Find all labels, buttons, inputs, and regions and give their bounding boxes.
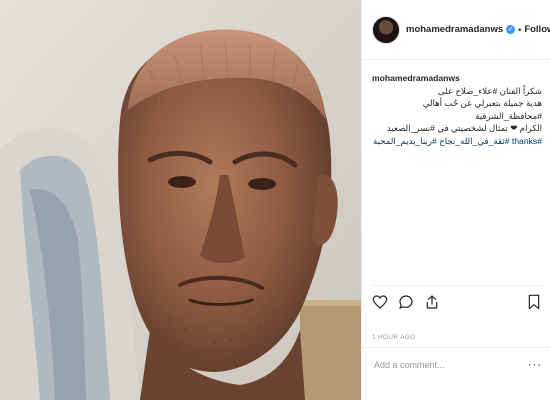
comment-icon[interactable] xyxy=(398,294,414,310)
post-side-panel: mohamedramadanws ✓ • Following mohamedra… xyxy=(361,0,550,400)
comment-input[interactable] xyxy=(372,358,528,371)
comment-box: ··· xyxy=(362,347,550,381)
following-button[interactable]: Following xyxy=(524,24,550,35)
post-header: mohamedramadanws ✓ • Following xyxy=(362,0,550,60)
verified-check-icon: ✓ xyxy=(506,25,516,34)
separator-dot: • xyxy=(518,24,522,35)
caption-hashtags[interactable]: #thanks #ثقة_في_الله_نجاح #ربنا_يديم_الم… xyxy=(372,135,542,148)
avatar[interactable] xyxy=(372,15,400,44)
header-username[interactable]: mohamedramadanws xyxy=(406,24,503,35)
sculpture-image xyxy=(0,0,361,400)
post-timestamp[interactable]: 1 HOUR AGO xyxy=(372,334,415,341)
post-actions xyxy=(372,285,542,314)
caption-line-2: هدية جميلة بتعبرلي عن حُب أهالي #محافظة_… xyxy=(422,98,542,121)
share-icon[interactable] xyxy=(424,294,440,310)
post-caption: mohamedramadanws شكراً الفنان #علاء_صلاح… xyxy=(372,72,542,147)
heart-icon[interactable] xyxy=(372,294,388,310)
caption-line-1: شكراً الفنان #علاء_صلاح على xyxy=(437,85,542,96)
instagram-post: mohamedramadanws ✓ • Following mohamedra… xyxy=(0,0,550,400)
more-options-icon[interactable]: ··· xyxy=(528,359,542,371)
post-photo[interactable] xyxy=(0,0,361,400)
bookmark-icon[interactable] xyxy=(526,294,542,310)
caption-line-3: الكرام ❤ تمثال لشخصيتي في #نسر_الصعيد xyxy=(386,123,542,133)
caption-username[interactable]: mohamedramadanws xyxy=(372,73,460,83)
